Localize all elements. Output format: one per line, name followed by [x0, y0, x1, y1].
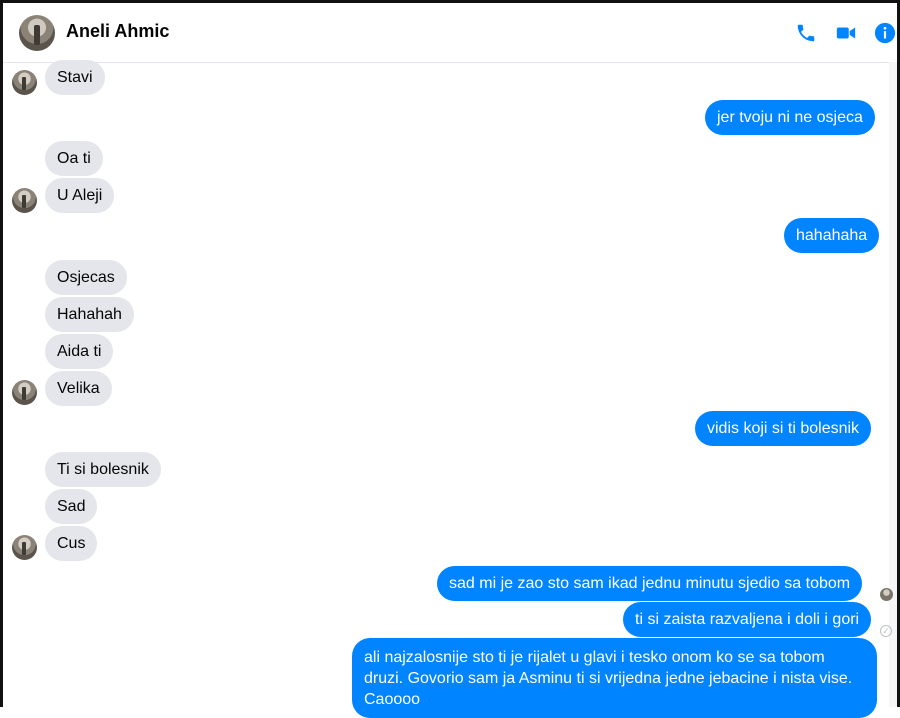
scrollbar[interactable]	[889, 62, 897, 707]
message-incoming[interactable]: Osjecas	[45, 260, 127, 295]
message-incoming[interactable]: Stavi	[45, 60, 105, 95]
message-outgoing[interactable]: jer tvoju ni ne osjeca	[705, 100, 875, 135]
message-outgoing[interactable]: ti si zaista razvaljena i doli i gori	[623, 602, 872, 637]
message-incoming[interactable]: U Aleji	[45, 178, 115, 213]
video-camera-icon[interactable]	[834, 21, 858, 45]
contact-avatar-small	[12, 70, 37, 95]
message-incoming[interactable]: Ti si bolesnik	[45, 452, 161, 487]
contact-avatar-small	[12, 535, 37, 560]
message-incoming[interactable]: Cus	[45, 526, 98, 561]
message-outgoing[interactable]: vidis koji si ti bolesnik	[695, 411, 872, 446]
contact-avatar-small	[12, 380, 37, 405]
conversation-header: Aneli Ahmic	[3, 3, 897, 63]
phone-icon[interactable]	[794, 21, 818, 45]
info-icon[interactable]	[873, 21, 897, 45]
seen-receipt-avatar	[880, 588, 893, 601]
message-outgoing[interactable]: hahahaha	[784, 218, 880, 253]
sent-check-icon: ✓	[880, 625, 892, 637]
contact-avatar-small	[12, 188, 37, 213]
message-incoming[interactable]: Aida ti	[45, 334, 114, 369]
message-incoming[interactable]: Velika	[45, 371, 112, 406]
contact-name[interactable]: Aneli Ahmic	[66, 21, 169, 42]
message-outgoing[interactable]: sad mi je zao sto sam ikad jednu minutu …	[437, 566, 863, 601]
message-incoming[interactable]: Sad	[45, 489, 98, 524]
message-outgoing-multiline[interactable]: ali najzalosnije sto ti je rijalet u gla…	[352, 638, 877, 718]
message-incoming[interactable]: Oa ti	[45, 141, 103, 176]
contact-avatar[interactable]	[19, 15, 55, 51]
message-incoming[interactable]: Hahahah	[45, 297, 134, 332]
